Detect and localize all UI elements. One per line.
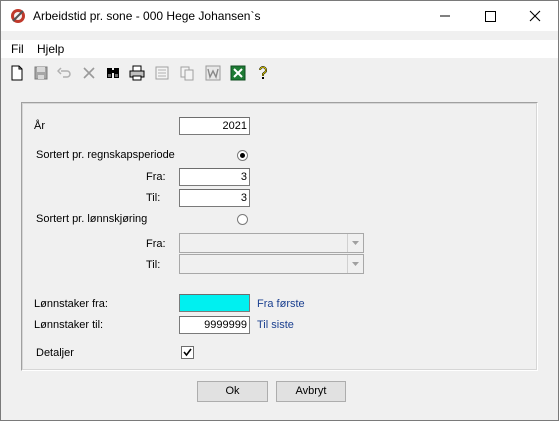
preview-icon[interactable]	[154, 65, 170, 81]
minimize-button[interactable]	[422, 1, 467, 31]
undo-icon[interactable]	[57, 65, 73, 81]
close-button[interactable]	[512, 1, 557, 31]
print-icon[interactable]	[129, 65, 145, 81]
cancel-button[interactable]: Avbryt	[276, 381, 346, 402]
save-icon[interactable]	[33, 65, 49, 81]
sort-period-radio[interactable]	[237, 150, 248, 161]
sort-payroll-radio[interactable]	[237, 214, 248, 225]
period-from-value: 3	[240, 171, 247, 183]
minimize-icon	[440, 15, 450, 17]
chevron-down-icon	[347, 255, 363, 273]
menu-hjelp[interactable]: Hjelp	[37, 42, 64, 56]
help-icon[interactable]	[255, 65, 271, 81]
new-icon[interactable]	[9, 65, 25, 81]
app-icon	[11, 9, 25, 23]
period-to-label: Til:	[146, 192, 161, 204]
payroll-to-label: Til:	[146, 259, 161, 271]
window-title: Arbeidstid pr. sone - 000 Hege Johansen`…	[33, 9, 261, 23]
delete-icon[interactable]	[81, 65, 97, 81]
year-input[interactable]: 2021	[179, 117, 250, 135]
details-label: Detaljer	[36, 347, 74, 359]
maximize-button[interactable]	[467, 1, 512, 31]
year-value: 2021	[222, 120, 247, 132]
copy-icon[interactable]	[179, 65, 195, 81]
employee-from-label: Lønnstaker fra:	[34, 298, 108, 310]
checkmark-icon	[183, 348, 192, 357]
employee-to-label: Lønnstaker til:	[34, 319, 104, 331]
sort-payroll-label: Sortert pr. lønnskjøring	[36, 213, 148, 225]
payroll-from-label: Fra:	[146, 238, 166, 250]
employee-to-value: 9999999	[204, 319, 247, 331]
close-icon	[529, 10, 541, 22]
maximize-icon	[485, 11, 496, 22]
employee-to-hint: Til siste	[257, 319, 294, 331]
employee-from-input[interactable]	[179, 294, 250, 312]
period-to-input[interactable]: 3	[179, 189, 250, 207]
excel-icon[interactable]	[230, 65, 246, 81]
period-from-input[interactable]: 3	[179, 168, 250, 186]
employee-from-hint: Fra første	[257, 298, 305, 310]
toolbar	[1, 61, 558, 85]
period-to-value: 3	[240, 192, 247, 204]
title-bar: Arbeidstid pr. sone - 000 Hege Johansen`…	[1, 1, 558, 31]
payroll-from-select[interactable]	[179, 233, 364, 253]
period-from-label: Fra:	[146, 171, 166, 183]
employee-to-input[interactable]: 9999999	[179, 316, 250, 334]
sort-period-label: Sortert pr. regnskapsperiode	[36, 149, 175, 161]
find-icon[interactable]	[105, 65, 121, 81]
chevron-down-icon	[347, 234, 363, 252]
dialog-window: Arbeidstid pr. sone - 000 Hege Johansen`…	[0, 0, 559, 421]
ok-button[interactable]: Ok	[197, 381, 268, 402]
word-icon[interactable]	[205, 65, 221, 81]
details-checkbox[interactable]	[181, 346, 194, 359]
menu-fil[interactable]: Fil	[11, 42, 24, 56]
menu-bar: Fil Hjelp	[1, 40, 558, 58]
payroll-to-select[interactable]	[179, 254, 364, 274]
year-label: År	[34, 120, 45, 132]
